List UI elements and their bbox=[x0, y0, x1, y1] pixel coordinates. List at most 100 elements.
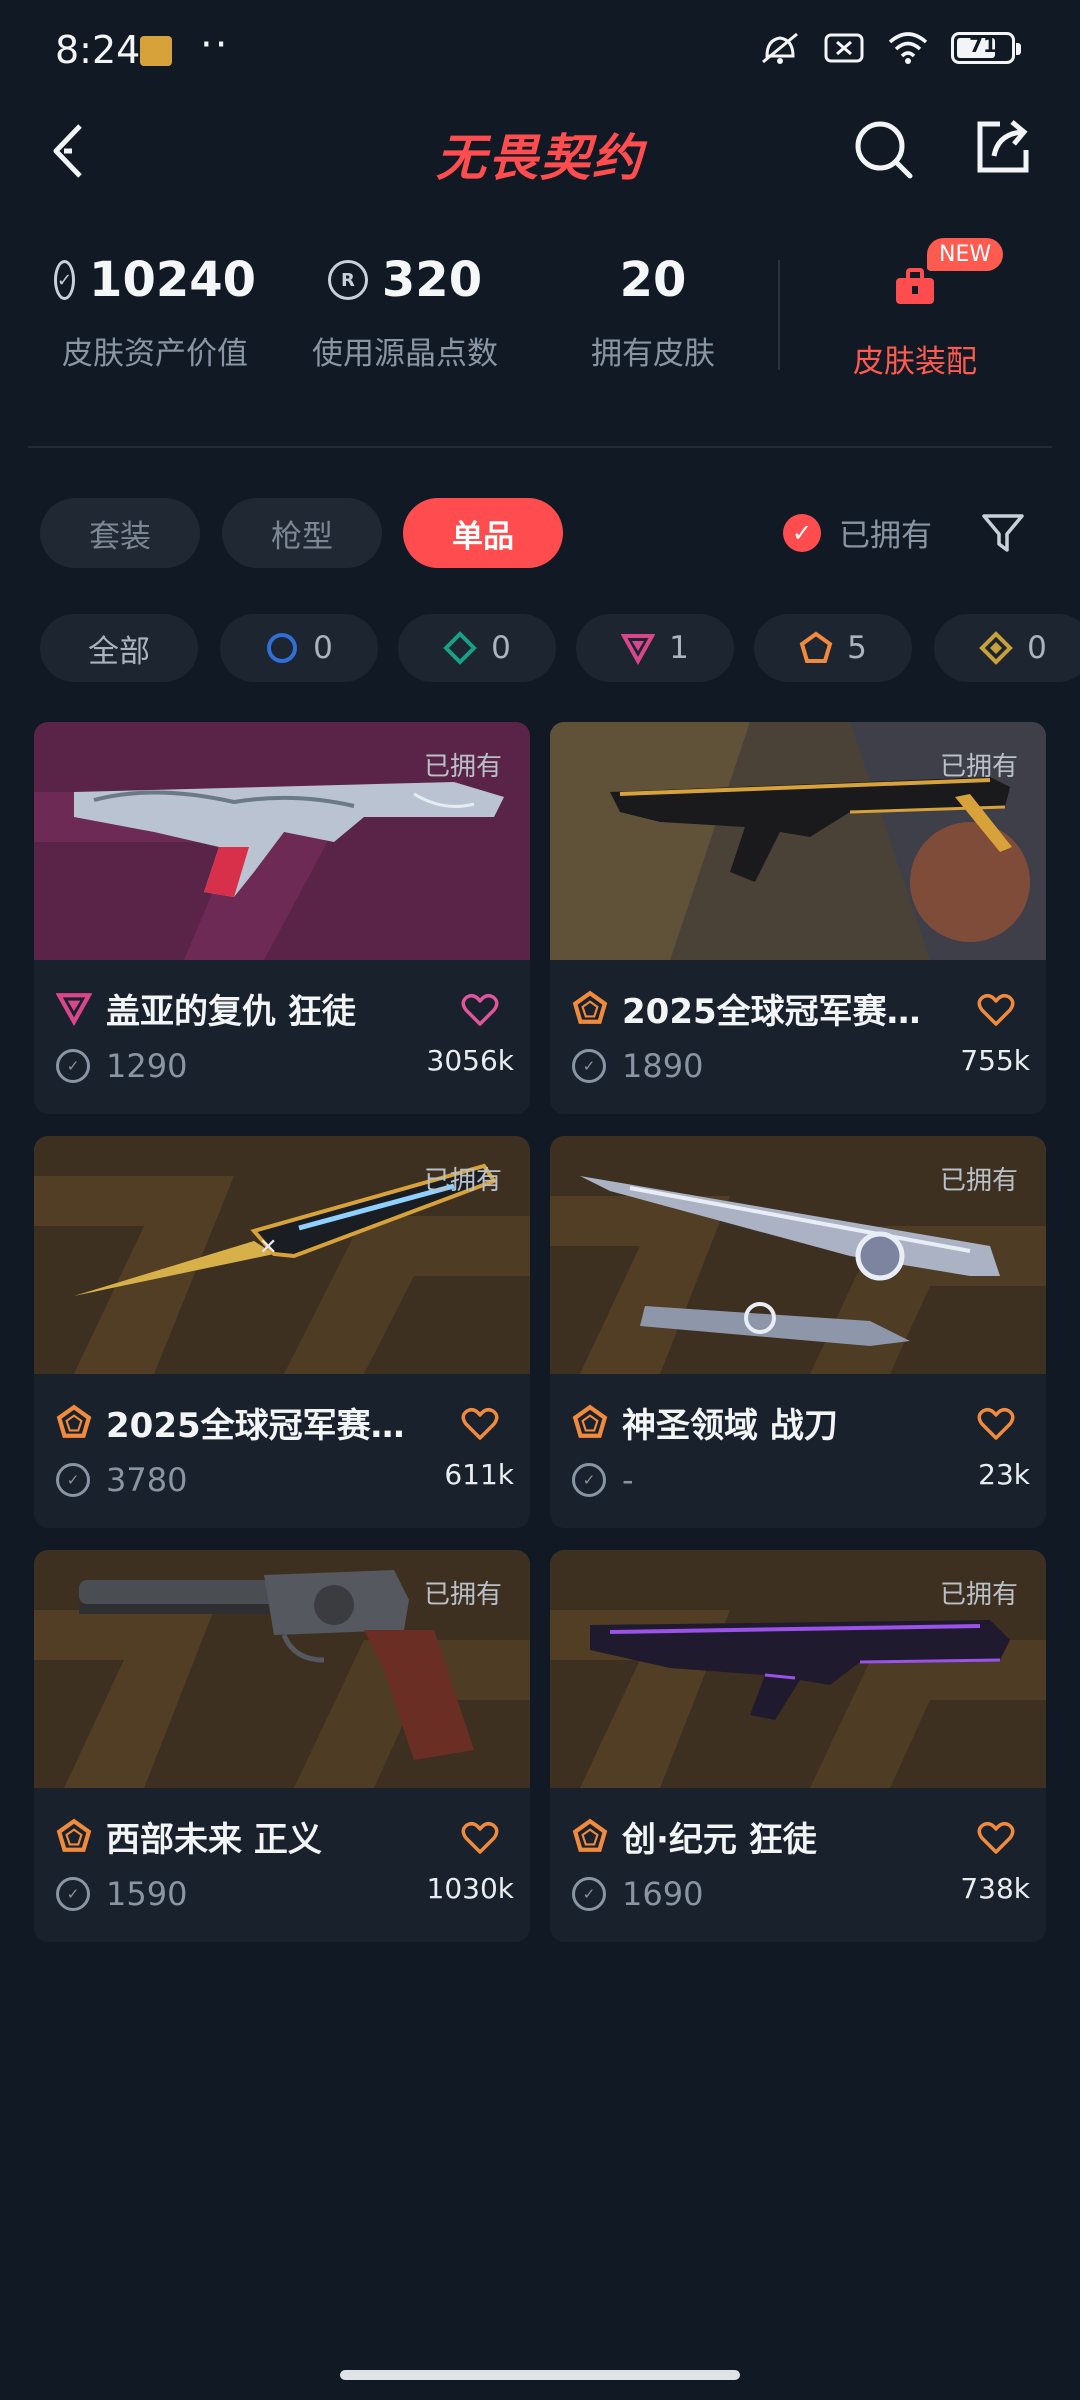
owned-tag: 已拥有 bbox=[939, 1580, 1018, 1610]
card-title-row: 2025全球冠军赛… bbox=[572, 987, 1024, 1032]
exclusive-tier-icon bbox=[799, 631, 833, 663]
rarity-count: 1 bbox=[669, 630, 689, 666]
like-count: 738k bbox=[960, 1872, 1030, 1905]
owned-tag: 已拥有 bbox=[939, 752, 1018, 782]
like-count: 611k bbox=[444, 1458, 514, 1491]
exclusive-tier-icon bbox=[572, 990, 608, 1024]
skin-name: 神圣领域 战刀 bbox=[622, 1405, 838, 1446]
exclusive-tier-icon bbox=[572, 1818, 608, 1852]
like-count: 755k bbox=[960, 1044, 1030, 1077]
favorite-heart-icon[interactable] bbox=[976, 1404, 1016, 1444]
rarity-deluxe[interactable]: 0 bbox=[398, 614, 556, 682]
skin-price: 1690 bbox=[622, 1875, 704, 1913]
like-count: 1030k bbox=[426, 1872, 514, 1905]
favorite-heart-icon[interactable] bbox=[460, 990, 500, 1030]
skin-price: - bbox=[622, 1461, 634, 1499]
premium-tier-icon bbox=[56, 993, 92, 1026]
stat-label: 皮肤资产价值 bbox=[62, 336, 248, 372]
home-indicator[interactable] bbox=[340, 2370, 740, 2380]
radianite-icon: R bbox=[327, 260, 368, 300]
skin-card[interactable]: 已拥有 西部未来 正义 ✓ 1590 1030k bbox=[34, 1550, 530, 1942]
status-time: 8:24 bbox=[55, 28, 141, 72]
price-row: ✓ 1590 bbox=[56, 1875, 187, 1913]
share-icon[interactable] bbox=[970, 114, 1036, 180]
favorite-heart-icon[interactable] bbox=[460, 1818, 500, 1858]
status-icons: 71 bbox=[759, 30, 1021, 66]
price-row: ✓ 1690 bbox=[572, 1875, 703, 1913]
skin-price: 1590 bbox=[106, 1875, 188, 1913]
svg-text:✕: ✕ bbox=[259, 1235, 277, 1260]
stat-value: 320 bbox=[381, 252, 483, 308]
vp-icon: ✓ bbox=[572, 1877, 606, 1911]
skin-card[interactable]: 已拥有 盖亚的复仇 狂徒 ✓ 1290 3056k bbox=[34, 722, 530, 1114]
like-count: 3056k bbox=[426, 1044, 514, 1077]
premium-tier-icon bbox=[621, 634, 656, 665]
owned-tag: 已拥有 bbox=[939, 1166, 1018, 1196]
divider bbox=[778, 260, 780, 370]
vp-icon: ✓ bbox=[572, 1049, 606, 1083]
tab-weapon-type[interactable]: 枪型 bbox=[222, 498, 382, 568]
tab-bundle[interactable]: 套装 bbox=[40, 498, 200, 568]
filter-icon[interactable] bbox=[980, 510, 1026, 556]
deluxe-tier-icon bbox=[443, 631, 477, 665]
owned-tag: 已拥有 bbox=[423, 1580, 502, 1610]
vp-icon: ✓ bbox=[56, 1463, 90, 1497]
stat-value: 20 bbox=[619, 252, 687, 308]
no-sim-icon bbox=[824, 33, 864, 63]
like-count: 23k bbox=[978, 1458, 1030, 1491]
owned-filter-toggle[interactable]: ✓ 已拥有 bbox=[783, 510, 932, 555]
rarity-all[interactable]: 全部 bbox=[40, 614, 198, 682]
rarity-count: 0 bbox=[1027, 630, 1047, 666]
skin-name: 2025全球冠军赛… bbox=[106, 1405, 405, 1446]
mute-icon bbox=[762, 32, 798, 64]
skin-price: 1290 bbox=[106, 1047, 188, 1085]
rarity-ultra[interactable]: 0 bbox=[934, 614, 1080, 682]
favorite-heart-icon[interactable] bbox=[976, 990, 1016, 1030]
favorite-heart-icon[interactable] bbox=[460, 1404, 500, 1444]
select-tier-icon bbox=[267, 633, 298, 663]
tab-single-item[interactable]: 单品 bbox=[403, 498, 563, 568]
card-title-row: 创·纪元 狂徒 bbox=[572, 1815, 1024, 1860]
section-divider bbox=[28, 446, 1052, 448]
app-notification-icon bbox=[140, 36, 172, 66]
card-title-row: 神圣领域 战刀 bbox=[572, 1401, 1024, 1446]
rarity-count: 5 bbox=[847, 630, 867, 666]
skin-name: 西部未来 正义 bbox=[106, 1819, 322, 1860]
stat-owned-skins: 20 拥有皮肤 bbox=[568, 250, 738, 373]
vp-icon: ✓ bbox=[53, 260, 76, 300]
new-badge: NEW bbox=[927, 238, 1004, 271]
skin-card[interactable]: 已拥有 2025全球冠军赛… ✓ 1890 755k bbox=[550, 722, 1046, 1114]
skin-card[interactable]: 已拥有 神圣领域 战刀 ✓ - 23k bbox=[550, 1136, 1046, 1528]
battery-icon: 71 bbox=[951, 32, 1021, 64]
stat-asset-value: ✓ 10240 皮肤资产价值 bbox=[53, 250, 257, 373]
battery-level: 71 bbox=[969, 33, 997, 57]
search-icon[interactable] bbox=[850, 116, 916, 182]
rarity-count: 0 bbox=[313, 630, 333, 666]
rarity-select[interactable]: 0 bbox=[220, 614, 378, 682]
exclusive-tier-icon bbox=[56, 1404, 92, 1438]
rarity-count: 0 bbox=[491, 630, 511, 666]
stat-value: 10240 bbox=[89, 252, 257, 308]
favorite-heart-icon[interactable] bbox=[976, 1818, 1016, 1858]
price-row: ✓ 3780 bbox=[56, 1461, 187, 1499]
rarity-premium[interactable]: 1 bbox=[576, 614, 734, 682]
status-more-dots: ·· bbox=[200, 22, 230, 68]
exclusive-tier-icon bbox=[56, 1818, 92, 1852]
skin-card[interactable]: ✕ 已拥有 2025全球冠军赛… ✓ 3780 611k bbox=[34, 1136, 530, 1528]
card-title-row: 西部未来 正义 bbox=[56, 1815, 508, 1860]
skin-loadout-button[interactable]: NEW 皮肤装配 bbox=[815, 238, 1015, 381]
card-title-row: 2025全球冠军赛… bbox=[56, 1401, 508, 1446]
skin-name: 创·纪元 狂徒 bbox=[622, 1819, 817, 1860]
skin-name: 2025全球冠军赛… bbox=[622, 991, 921, 1032]
checkmark-icon: ✓ bbox=[783, 513, 821, 552]
stat-label: 拥有皮肤 bbox=[591, 336, 715, 372]
status-bar: 8:24 ·· 71 bbox=[0, 0, 1080, 100]
owned-tag: 已拥有 bbox=[423, 752, 502, 782]
skin-card[interactable]: 已拥有 创·纪元 狂徒 ✓ 1690 738k bbox=[550, 1550, 1046, 1942]
skin-loadout-label: 皮肤装配 bbox=[853, 344, 977, 380]
rarity-filter-row: 全部 0 0 1 5 0 bbox=[0, 614, 1080, 684]
app-logo: 无畏契约 bbox=[436, 129, 644, 187]
exclusive-tier-icon bbox=[572, 1404, 608, 1438]
skin-price: 3780 bbox=[106, 1461, 188, 1499]
rarity-exclusive[interactable]: 5 bbox=[754, 614, 912, 682]
